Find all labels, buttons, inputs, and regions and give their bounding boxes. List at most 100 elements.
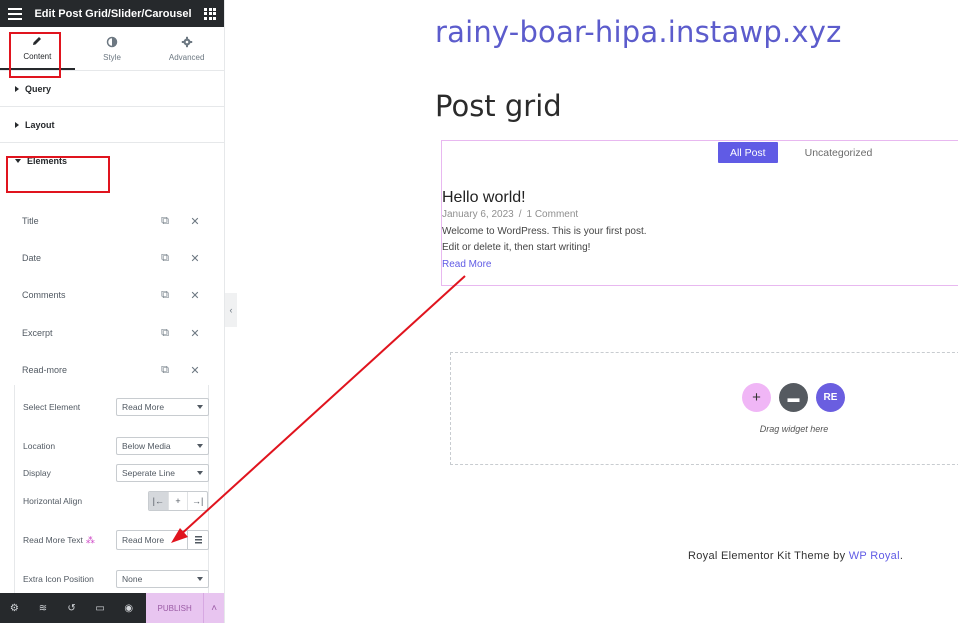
align-right-icon[interactable]: →|: [188, 492, 207, 510]
read-more-text-label-text: Read More Text: [23, 535, 83, 545]
contrast-icon: [106, 36, 118, 47]
excerpt-line: Edit or delete it, then start writing!: [442, 242, 591, 253]
repeater-item-title[interactable]: Title ⧉ ✕: [0, 211, 224, 231]
repeater-item-date[interactable]: Date ⧉ ✕: [0, 248, 224, 268]
location-control: Location Below Media: [23, 436, 209, 456]
panel-header: Edit Post Grid/Slider/Carousel: [0, 0, 224, 27]
add-section-plus-icon[interactable]: +: [742, 383, 771, 412]
caret-right-icon: [15, 85, 19, 92]
section-layout-label: Layout: [25, 119, 55, 130]
post-date[interactable]: January 6, 2023: [442, 209, 514, 220]
filter-all-post[interactable]: All Post: [718, 142, 778, 163]
input-value: Read More: [122, 535, 165, 545]
panel-title: Edit Post Grid/Slider/Carousel: [34, 7, 192, 20]
read-more-text-input[interactable]: Read More: [116, 530, 188, 550]
template-folder-icon[interactable]: ▬: [779, 383, 808, 412]
drag-widget-hint: Drag widget here: [759, 424, 829, 434]
caret-right-icon: [15, 121, 19, 128]
duplicate-icon[interactable]: ⧉: [158, 214, 172, 228]
location-dropdown[interactable]: Below Media: [116, 437, 209, 455]
close-icon[interactable]: ✕: [188, 214, 202, 228]
footer-credit: Royal Elementor Kit Theme by WP Royal.: [688, 550, 903, 562]
extra-icon-position-dropdown[interactable]: None: [116, 570, 209, 588]
section-layout[interactable]: Layout: [0, 107, 224, 143]
chevron-down-icon: [197, 405, 203, 409]
tab-advanced-label: Advanced: [168, 52, 205, 62]
location-label: Location: [23, 441, 56, 451]
publish-button[interactable]: PUBLISH: [146, 593, 204, 623]
section-query-label: Query: [25, 83, 52, 94]
horizontal-align-control: Horizontal Align |← + →|: [23, 491, 208, 511]
display-control: Display Seperate Line: [23, 463, 209, 483]
credit-link[interactable]: WP Royal: [849, 550, 900, 562]
highlight-elements-section: [6, 156, 110, 193]
repeater-item-label: Read-more: [22, 365, 68, 375]
repeater-item-label: Title: [22, 216, 39, 226]
repeater-item-label: Comments: [22, 290, 66, 300]
read-more-text-label: Read More Text ⁂: [23, 535, 109, 546]
duplicate-icon[interactable]: ⧉: [158, 363, 172, 377]
hamburger-menu-icon[interactable]: [8, 7, 22, 20]
duplicate-icon[interactable]: ⧉: [158, 326, 172, 340]
settings-icon[interactable]: ⚙: [0, 593, 29, 623]
close-icon[interactable]: ✕: [188, 363, 202, 377]
credit-text: Royal Elementor Kit Theme by: [688, 550, 849, 562]
horizontal-align-label: Horizontal Align: [23, 496, 83, 506]
repeater-item-excerpt[interactable]: Excerpt ⧉ ✕: [0, 323, 224, 343]
align-left-icon[interactable]: |←: [149, 492, 169, 510]
tab-advanced[interactable]: Advanced: [149, 27, 224, 70]
tab-style[interactable]: Style: [75, 27, 150, 70]
post-excerpt: Welcome to WordPress. This is your first…: [442, 224, 682, 256]
highlight-content-tab: [9, 32, 61, 78]
select-element-dropdown[interactable]: Read More: [116, 398, 209, 416]
panel-footer: ⚙ ≋ ↺ ▭ ◉ PUBLISH ˄: [0, 593, 224, 623]
collapse-panel-toggle[interactable]: ‹: [225, 293, 237, 327]
chevron-down-icon: [197, 444, 203, 448]
select-element-label: Select Element: [23, 402, 81, 412]
gear-icon: [181, 36, 192, 47]
site-title[interactable]: rainy-boar-hipa.instawp.xyz: [435, 15, 842, 49]
display-label: Display: [23, 468, 51, 478]
horizontal-align-buttons: |← + →|: [148, 491, 208, 511]
category-filters: All Post Uncategorized: [718, 142, 884, 163]
post-meta: January 6, 2023 / 1 Comment: [442, 209, 578, 220]
filter-uncategorized[interactable]: Uncategorized: [793, 142, 885, 163]
dynamic-tags-icon[interactable]: ⁂: [86, 535, 95, 546]
repeater-item-label: Excerpt: [22, 328, 53, 338]
royal-elementor-button[interactable]: RE: [816, 383, 845, 412]
widget-drop-zone[interactable]: [450, 352, 958, 465]
meta-separator: /: [518, 209, 522, 220]
repeater-item-comments[interactable]: Comments ⧉ ✕: [0, 285, 224, 305]
dropdown-value: Read More: [122, 402, 165, 412]
history-icon[interactable]: ↺: [57, 593, 86, 623]
tab-style-label: Style: [103, 52, 121, 62]
close-icon[interactable]: ✕: [188, 326, 202, 340]
chevron-down-icon: [197, 577, 203, 581]
page-title: Post grid: [435, 89, 562, 123]
repeater-item-read-more[interactable]: Read-more ⧉ ✕: [0, 360, 224, 380]
post-title[interactable]: Hello world!: [442, 189, 526, 207]
preview-eye-icon[interactable]: ◉: [114, 593, 143, 623]
chevron-up-icon[interactable]: ˄: [203, 593, 224, 623]
extra-icon-position-control: Extra Icon Position None: [23, 569, 209, 589]
extra-icon-position-label: Extra Icon Position: [23, 574, 94, 584]
read-more-settings: Select Element Read More Location Below …: [14, 385, 209, 595]
duplicate-icon[interactable]: ⧉: [158, 251, 172, 265]
close-icon[interactable]: ✕: [188, 288, 202, 302]
widgets-grid-icon[interactable]: [204, 7, 216, 20]
dropdown-value: None: [122, 574, 143, 584]
align-center-icon[interactable]: +: [169, 492, 189, 510]
repeater-item-label: Date: [22, 253, 42, 263]
display-dropdown[interactable]: Seperate Line: [116, 464, 209, 482]
close-icon[interactable]: ✕: [188, 251, 202, 265]
post-comments[interactable]: 1 Comment: [527, 209, 579, 220]
drop-zone-buttons: + ▬ RE: [742, 383, 845, 412]
read-more-link[interactable]: Read More: [442, 259, 491, 270]
database-icon[interactable]: [188, 530, 209, 550]
dropdown-value: Seperate Line: [122, 468, 175, 478]
duplicate-icon[interactable]: ⧉: [158, 288, 172, 302]
credit-suffix: .: [899, 550, 904, 562]
responsive-icon[interactable]: ▭: [86, 593, 115, 623]
navigator-icon[interactable]: ≋: [29, 593, 58, 623]
select-element-control: Select Element Read More: [23, 397, 209, 417]
